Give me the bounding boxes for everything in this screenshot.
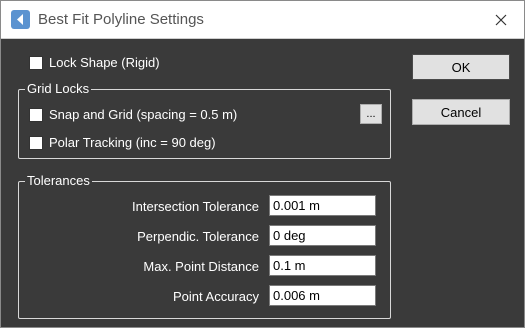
intersection-tolerance-input[interactable] [269,195,376,216]
title-bar[interactable]: Best Fit Polyline Settings [1,1,524,39]
close-button[interactable] [481,5,521,34]
back-arrow-app-icon [11,10,30,29]
max-point-distance-label: Max. Point Distance [143,259,259,274]
cancel-button[interactable]: Cancel [412,99,510,125]
polar-tracking-row: Polar Tracking (inc = 90 deg) [29,135,216,150]
polar-tracking-label: Polar Tracking (inc = 90 deg) [49,135,216,150]
point-accuracy-label: Point Accuracy [173,289,259,304]
dialog-window: Best Fit Polyline Settings Lock Shape (R… [0,0,525,328]
lock-shape-label: Lock Shape (Rigid) [49,55,160,70]
close-icon [495,14,507,25]
grid-locks-group: Grid Locks Snap and Grid (spacing = 0.5 … [18,81,391,159]
perpendicular-tolerance-input[interactable] [269,225,376,246]
ok-button[interactable]: OK [412,54,510,80]
tolerances-group: Tolerances Intersection Tolerance Perpen… [18,173,391,319]
dialog-content: Lock Shape (Rigid) Grid Locks Snap and G… [1,39,524,327]
polar-tracking-checkbox[interactable] [29,135,43,150]
intersection-tolerance-label: Intersection Tolerance [132,199,259,214]
max-point-distance-input[interactable] [269,255,376,276]
snap-grid-settings-button[interactable]: ... [360,104,382,124]
lock-shape-row: Lock Shape (Rigid) [29,55,160,70]
perpendicular-tolerance-label: Perpendic. Tolerance [137,229,259,244]
snap-grid-label: Snap and Grid (spacing = 0.5 m) [49,107,238,122]
tolerances-legend: Tolerances [25,173,92,189]
grid-locks-legend: Grid Locks [25,81,92,97]
point-accuracy-input[interactable] [269,285,376,306]
snap-grid-checkbox[interactable] [29,107,43,122]
snap-grid-row: Snap and Grid (spacing = 0.5 m) [29,107,237,122]
lock-shape-checkbox[interactable] [29,55,43,70]
window-title: Best Fit Polyline Settings [38,11,204,28]
